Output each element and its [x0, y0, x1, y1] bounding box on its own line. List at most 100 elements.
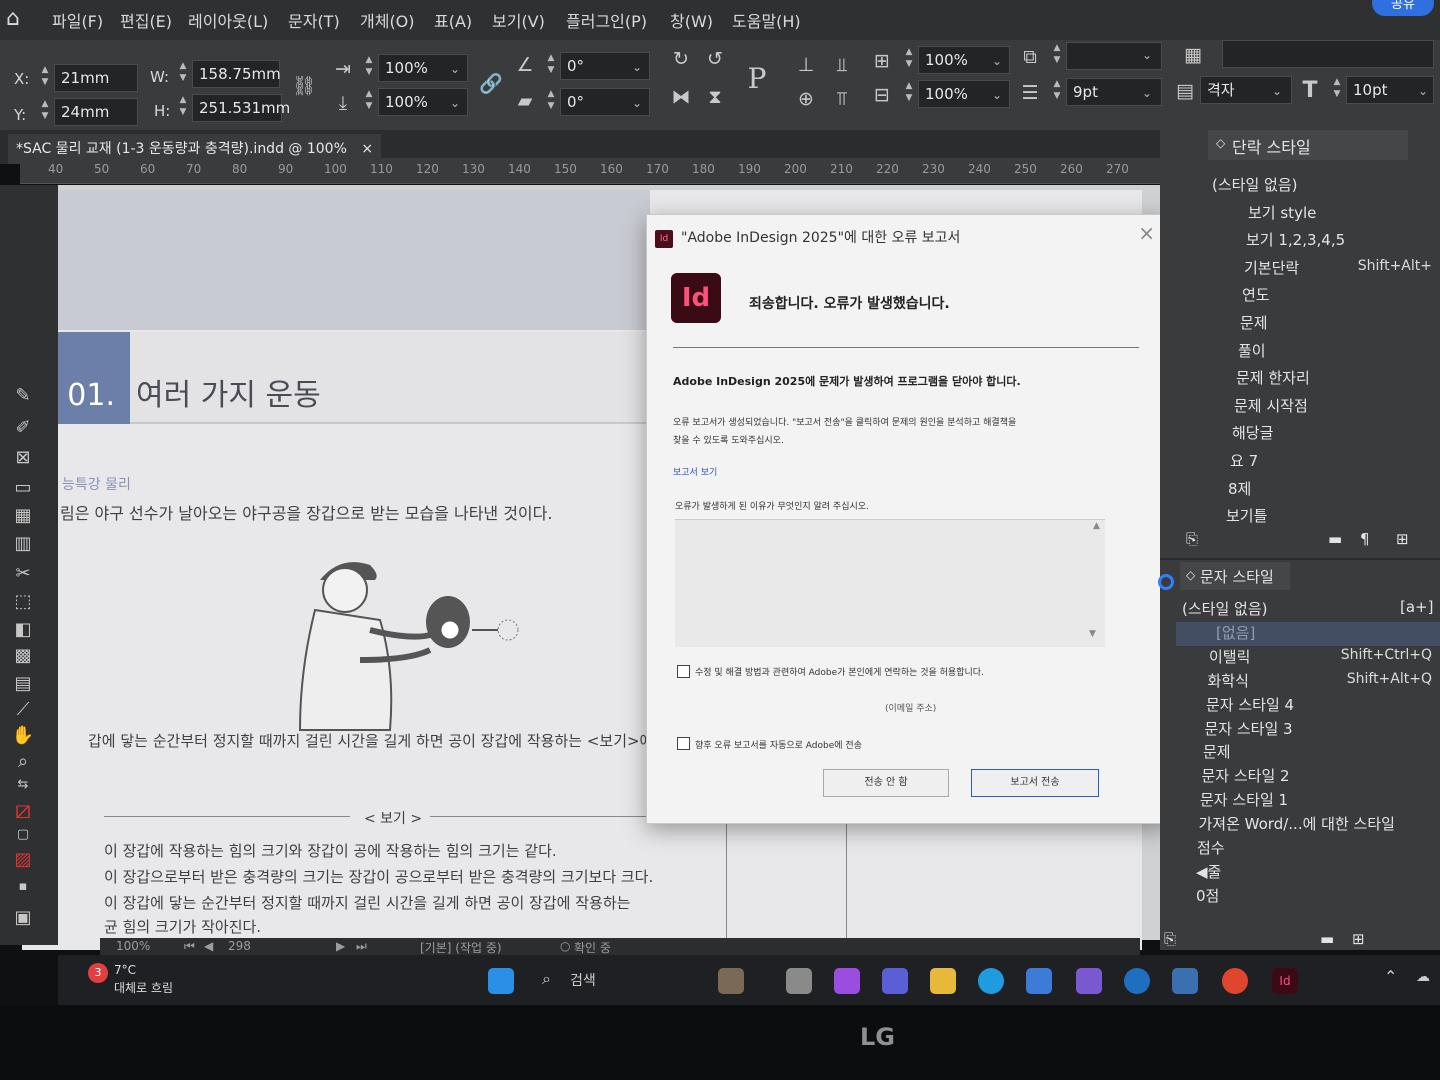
flip-horizontal-icon[interactable]: ⧓	[668, 86, 694, 108]
next-page-icon[interactable]: ▶	[336, 939, 345, 953]
home-icon[interactable]: ⌂	[6, 6, 20, 31]
contact-checkbox[interactable]	[677, 665, 690, 678]
gap-stepper[interactable]: ▲ ▼	[1050, 42, 1064, 70]
weather-text[interactable]: 대체로 흐림	[114, 979, 173, 996]
table-icon[interactable]: ▦	[6, 505, 40, 526]
app-icon[interactable]	[1124, 968, 1150, 994]
temperature[interactable]: 7°C	[114, 963, 136, 977]
hand-icon[interactable]: ✋	[6, 725, 40, 746]
character-style-item[interactable]: (스타일 없음)	[1182, 598, 1267, 619]
free-transform-icon[interactable]: ⬚	[6, 591, 40, 612]
swap-colors-icon[interactable]: ⇆	[6, 777, 40, 792]
view-report-link[interactable]: 보고서 보기	[673, 465, 717, 478]
edge-icon[interactable]	[978, 968, 1004, 994]
task-view-icon[interactable]	[786, 968, 812, 994]
menu-help[interactable]: 도움말(H)	[732, 8, 801, 32]
panel-handle-icon[interactable]	[1158, 574, 1174, 590]
send-report-button[interactable]: 보고서 전송	[971, 769, 1099, 797]
dont-send-button[interactable]: 전송 안 함	[823, 769, 949, 797]
scale-y-stepper[interactable]: ▲ ▼	[362, 88, 376, 116]
paragraph-style-item[interactable]: 보기틀	[1226, 505, 1267, 526]
style-field[interactable]	[1222, 40, 1434, 68]
character-style-item[interactable]: ◀줄	[1196, 861, 1221, 882]
paragraph-style-item[interactable]: 해당글	[1232, 422, 1273, 443]
pct2-stepper[interactable]: ▲ ▼	[902, 80, 916, 108]
h-field[interactable]: 251.531mm	[192, 94, 290, 122]
formatting-icon[interactable]: ▢	[6, 827, 40, 842]
character-style-item[interactable]: 문자 스타일 3	[1205, 718, 1293, 739]
chevron-down-icon[interactable]: ⌄	[992, 88, 1002, 102]
chevron-up-icon[interactable]: ⌃	[1384, 967, 1397, 986]
menu-edit[interactable]: 편집(E)	[120, 8, 172, 32]
pen-icon[interactable]: ✎	[6, 385, 40, 406]
chevron-down-icon[interactable]: ⌄	[450, 62, 460, 76]
rotate-ccw-icon[interactable]: ↺	[702, 48, 728, 70]
paragraph-style-item[interactable]: 보기 1,2,3,4,5	[1246, 229, 1345, 250]
pilcrow-icon[interactable]: ¶	[1360, 530, 1370, 548]
character-style-item[interactable]: 가져온 Word/...에 대한 스타일	[1199, 813, 1395, 834]
search-icon[interactable]: ⌕	[542, 969, 551, 989]
gap-icon[interactable]: ⧉	[1018, 46, 1042, 68]
character-style-item[interactable]: 점수	[1197, 837, 1225, 858]
paragraph-style-item[interactable]: 보기 style	[1248, 202, 1316, 223]
load-styles-icon[interactable]: ⎘	[1186, 530, 1198, 548]
chevron-down-icon[interactable]: ⌄	[632, 60, 642, 74]
paragraph-style-item[interactable]: 8제	[1228, 478, 1251, 499]
fill-stroke-icon[interactable]: ⧄	[6, 795, 40, 826]
new-char-style-icon[interactable]: [a+]	[1400, 598, 1433, 616]
x-stepper[interactable]: ▲ ▼	[38, 64, 52, 92]
screen-mode-icon[interactable]: ▣	[6, 907, 40, 928]
horizontal-ruler[interactable]: 40 50 60 70 80 90 100 110 120 130 140 150 160 170 180 1…	[20, 158, 1200, 184]
load-styles-icon[interactable]: ⎘	[1164, 930, 1176, 948]
app-icon[interactable]	[1076, 968, 1102, 994]
apply-none-icon[interactable]: ▨	[6, 849, 40, 870]
folder-icon[interactable]: ▬	[1320, 930, 1334, 948]
w-field[interactable]: 158.75mm	[192, 60, 281, 88]
store-icon[interactable]	[1026, 968, 1052, 994]
page-number[interactable]: 298	[228, 939, 251, 953]
scroll-up-icon[interactable]: ▲	[1093, 521, 1100, 531]
rectangle-frame-icon[interactable]: ⊠	[6, 447, 40, 468]
email-field[interactable]: (이메일 주소)	[885, 701, 936, 714]
character-style-item[interactable]: 이탤릭	[1209, 646, 1250, 667]
character-style-item[interactable]: 문자 스타일 1	[1200, 789, 1288, 810]
workspace-status[interactable]: [기본] (작업 중)	[420, 939, 502, 956]
paragraph-style-item[interactable]: 연도	[1242, 284, 1270, 305]
view-mode-icon[interactable]: ▪	[6, 879, 40, 894]
preflight-status[interactable]: 확인 중	[574, 939, 611, 956]
character-style-item[interactable]: 화학식	[1208, 670, 1249, 691]
chevron-down-icon[interactable]: ⌄	[1418, 84, 1428, 98]
last-page-icon[interactable]: ⏭	[356, 939, 367, 954]
eyedropper-icon[interactable]: ⟋	[6, 699, 40, 720]
h-stepper[interactable]: ▲ ▼	[176, 94, 190, 122]
rotate-cw-icon[interactable]: ↻	[668, 48, 694, 70]
menu-window[interactable]: 창(W)	[670, 8, 713, 32]
close-icon[interactable]: ×	[361, 141, 373, 157]
paragraph-style-item[interactable]: 요 7	[1230, 450, 1258, 471]
grid-align-icon[interactable]: ▦	[1180, 44, 1206, 66]
character-style-item[interactable]: 0점	[1196, 885, 1219, 906]
note-icon[interactable]: ▤	[6, 673, 40, 694]
new-style-icon[interactable]: ⊞	[1352, 930, 1365, 948]
chevron-down-icon[interactable]: ⌄	[450, 96, 460, 110]
character-style-item[interactable]: 문제	[1203, 741, 1231, 762]
menu-plugins[interactable]: 플러그인(P)	[566, 8, 647, 32]
stroke-stepper[interactable]: ▲ ▼	[1050, 78, 1064, 106]
chevron-down-icon[interactable]: ⌄	[1272, 84, 1282, 98]
menu-layout[interactable]: 레이아웃(L)	[188, 8, 268, 32]
chevron-down-icon[interactable]: ⌄	[632, 96, 642, 110]
menu-file[interactable]: 파일(F)	[52, 8, 103, 32]
first-page-icon[interactable]: ⏮	[184, 939, 195, 954]
x-field[interactable]: 21mm	[54, 64, 138, 92]
gradient-icon[interactable]: ◧	[6, 619, 40, 640]
y-field[interactable]: 24mm	[54, 98, 138, 126]
grid-icon[interactable]: ▥	[6, 533, 40, 554]
remote-desktop-icon[interactable]	[1172, 968, 1198, 994]
paragraph-style-item[interactable]: 기본단락	[1244, 257, 1299, 278]
character-style-item[interactable]: 문자 스타일 2	[1202, 765, 1290, 786]
constrain-link-icon[interactable]: ⛓	[292, 74, 316, 97]
zoom-icon[interactable]: ⌕	[6, 751, 40, 772]
menu-object[interactable]: 개체(O)	[360, 8, 415, 32]
font-size-stepper[interactable]: ▲ ▼	[1330, 76, 1344, 104]
w-stepper[interactable]: ▲ ▼	[176, 60, 190, 88]
